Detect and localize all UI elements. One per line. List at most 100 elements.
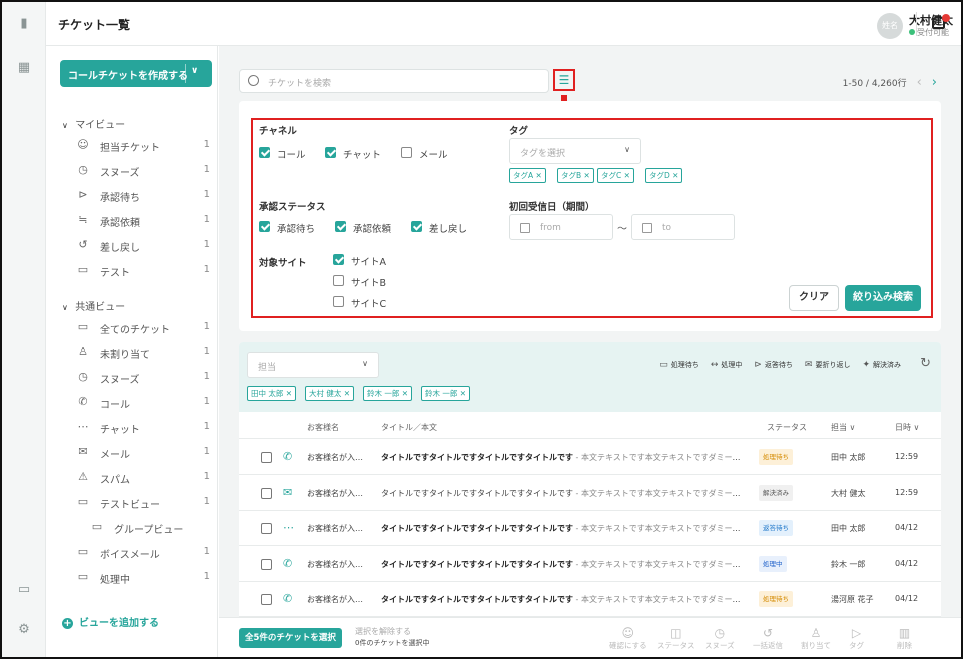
row-checkbox[interactable] [261,594,272,605]
sidebar-item-shared-6[interactable]: ⚠ スパム 1 [76,468,210,486]
sidebar-item-my-5[interactable]: ▭ テスト 1 [76,261,210,279]
status-action-0[interactable]: ▭ 処理待ち [659,360,699,370]
bell-icon[interactable] [931,14,950,32]
prev-page-icon[interactable]: ‹ [917,75,922,90]
table-row[interactable]: ⋯ お客様名が入… タイトルですタイトルですタイトルですタイトルです - 本文テキス… [239,510,941,545]
sidebar-item-shared-0[interactable]: ▭ 全てのチケット 1 [76,318,210,336]
sidebar-item-shared-2[interactable]: ◷ スヌーズ 1 [76,368,210,386]
ticket-date: 04/12 [895,523,919,532]
sidebar-item-my-2[interactable]: ⊳ 承認待ち 1 [76,186,210,204]
sidebar-item-shared-8[interactable]: ▭ グループビュー [90,518,210,536]
bulk-action-0[interactable]: ☺ 確認にする [609,626,647,651]
tag-select[interactable]: タグを選択 ∨ [509,138,641,164]
gear-icon[interactable]: ⚙ [16,622,32,638]
my-view-group[interactable]: ∨ マイビュー [62,116,125,131]
assignee-chip[interactable]: 鈴木 一郎 ✕ [421,386,471,401]
status-action-2[interactable]: ⊳ 返答待ち [754,360,793,370]
sidebar-item-shared-3[interactable]: ✆ コール 1 [76,393,210,411]
ticket-title[interactable]: タイトルですタイトルですタイトルですタイトルです - 本文テキストです本文テキス… [381,523,746,534]
status-action-4[interactable]: ✦ 解決済み [862,360,901,370]
table-row[interactable]: ✉ お客様名が入… タイトルですタイトルですタイトルですタイトルです - 本文テキス… [239,475,941,510]
ticket-title[interactable]: タイトルですタイトルですタイトルですタイトルです - 本文テキストです本文テキス… [381,488,746,499]
document-icon[interactable]: ▮ [16,16,32,32]
sidebar-item-my-0[interactable]: ☺ 担当チケット 1 [76,136,210,154]
assignee-chip[interactable]: 田中 太郎 ✕ [247,386,297,401]
phone-icon: ✆ [283,556,293,570]
tag-chip[interactable]: タグB ✕ [557,168,594,183]
sidebar-item-my-3[interactable]: ≒ 承認依頼 1 [76,211,210,229]
tag-label: タグ [509,126,529,137]
next-page-icon[interactable]: › [932,75,937,90]
create-call-ticket-button[interactable]: コールチケットを作成する ∨ [60,60,212,87]
select-all-button[interactable]: 全5件のチケットを選択 [239,628,342,648]
sidebar-item-my-4[interactable]: ↺ 差し戻し 1 [76,236,210,254]
row-checkbox[interactable] [261,523,272,534]
tag-chip[interactable]: タグD ✕ [645,168,683,183]
checkbox-icon [335,221,346,232]
clear-selection-link[interactable]: 選択を解除する [355,626,411,637]
avatar[interactable]: 姓名 [877,13,903,39]
clear-button[interactable]: クリア [789,285,839,311]
ticket-title[interactable]: タイトルですタイトルですタイトルですタイトルです - 本文テキストです本文テキス… [381,452,746,463]
chart-icon[interactable]: ▦ [16,60,32,76]
date-range-label: 初回受信日（期間） [509,202,595,213]
action-icon: ▷ [851,626,862,640]
bulk-action-3[interactable]: ↺ 一括返信 [753,626,783,651]
table-row[interactable]: ✆ お客様名が入… タイトルですタイトルですタイトルですタイトルです - 本文テキス… [239,581,941,616]
ticket-title[interactable]: タイトルですタイトルですタイトルですタイトルです - 本文テキストです本文テキス… [381,594,746,605]
bulk-action-5[interactable]: ▷ タグ [849,626,864,651]
chevron-down-icon[interactable]: ∨ [191,66,198,76]
sidebar-item-shared-10[interactable]: ▭ 処理中 1 [76,568,210,586]
status-icon: ⊳ [754,360,762,370]
customer-name: お客様名が入… [307,559,363,569]
search-input[interactable]: チケットを検索 [239,69,549,93]
assignee-chip[interactable]: 大村 健太 ✕ [305,386,355,401]
tag-chip[interactable]: タグA ✕ [509,168,546,183]
sidebar-item-shared-7[interactable]: ▭ テストビュー 1 [76,493,210,511]
column-title[interactable]: タイトル／本文 [381,422,437,433]
clock-icon: ◷ [78,163,88,176]
ticket-title[interactable]: タイトルですタイトルですタイトルですタイトルです - 本文テキストです本文テキス… [381,559,746,570]
icon-rail: ▮ ▦ ▭ ⚙ [2,2,46,657]
filter-toggle-icon[interactable]: ☰ [553,69,575,91]
tag-chip[interactable]: タグC ✕ [597,168,634,183]
column-status[interactable]: ステータス [767,422,807,433]
refresh-icon[interactable]: ↻ [920,356,931,371]
monitor-icon[interactable]: ▭ [16,582,32,598]
ticket-date: 04/12 [895,558,919,568]
assignee-select[interactable]: 担当 ∨ [247,352,379,378]
ticket-date: 12:59 [895,487,919,497]
sidebar-item-my-1[interactable]: ◷ スヌーズ 1 [76,161,210,179]
status-action-3[interactable]: ✉ 要折り返し [805,360,851,370]
bulk-action-6[interactable]: ▥ 削除 [897,626,912,651]
row-checkbox[interactable] [261,487,272,499]
row-checkbox[interactable] [261,558,272,570]
add-view-button[interactable]: + ビューを追加する [62,614,159,629]
app-window: ▮ ▦ ▭ ⚙ チケット一覧 姓名 大村健太 受付可能 コールチケットを作成する… [0,0,963,659]
bulk-action-2[interactable]: ◷ スヌーズ [705,626,735,651]
apply-filter-button[interactable]: 絞り込み検索 [845,285,921,311]
date-from-input[interactable]: from [509,214,613,240]
sidebar-item-shared-9[interactable]: ▭ ボイスメール 1 [76,543,210,561]
shared-view-group[interactable]: ∨ 共通ビュー [62,298,125,313]
filter-panel: チャネル コール チャット メール タグ タグを選択 ∨ タグA ✕ タグB ✕ タグC… [251,118,933,318]
column-date[interactable]: 日時 ∨ [895,422,919,433]
column-assignee[interactable]: 担当 ∨ [831,422,855,433]
column-customer[interactable]: お客様名 [307,422,339,433]
action-icon: ♙ [810,626,822,640]
status-icon: ▭ [659,360,668,370]
status-icon: ✦ [862,360,870,370]
approval-status-label: 承認ステータス [259,202,326,213]
status-action-1[interactable]: ↔ 処理中 [711,360,743,370]
bulk-action-1[interactable]: ◫ ステータス [657,626,695,651]
sidebar-item-shared-1[interactable]: ♙ 未割り当て 1 [76,343,210,361]
sidebar-item-shared-4[interactable]: ⋯ チャット 1 [76,418,211,436]
assignee-name: 田中 太郎 [831,524,866,533]
table-row[interactable]: ✆ お客様名が入… タイトルですタイトルですタイトルですタイトルです - 本文テキス… [239,546,941,581]
date-to-input[interactable]: to [631,214,735,240]
table-row[interactable]: ✆ お客様名が入… タイトルですタイトルですタイトルですタイトルです - 本文テキス… [239,439,941,474]
bulk-action-4[interactable]: ♙ 割り当て [801,626,831,651]
sidebar-item-shared-5[interactable]: ✉ メール 1 [76,443,210,461]
assignee-chip[interactable]: 鈴木 一郎 ✕ [363,386,413,401]
row-checkbox[interactable] [261,452,272,463]
